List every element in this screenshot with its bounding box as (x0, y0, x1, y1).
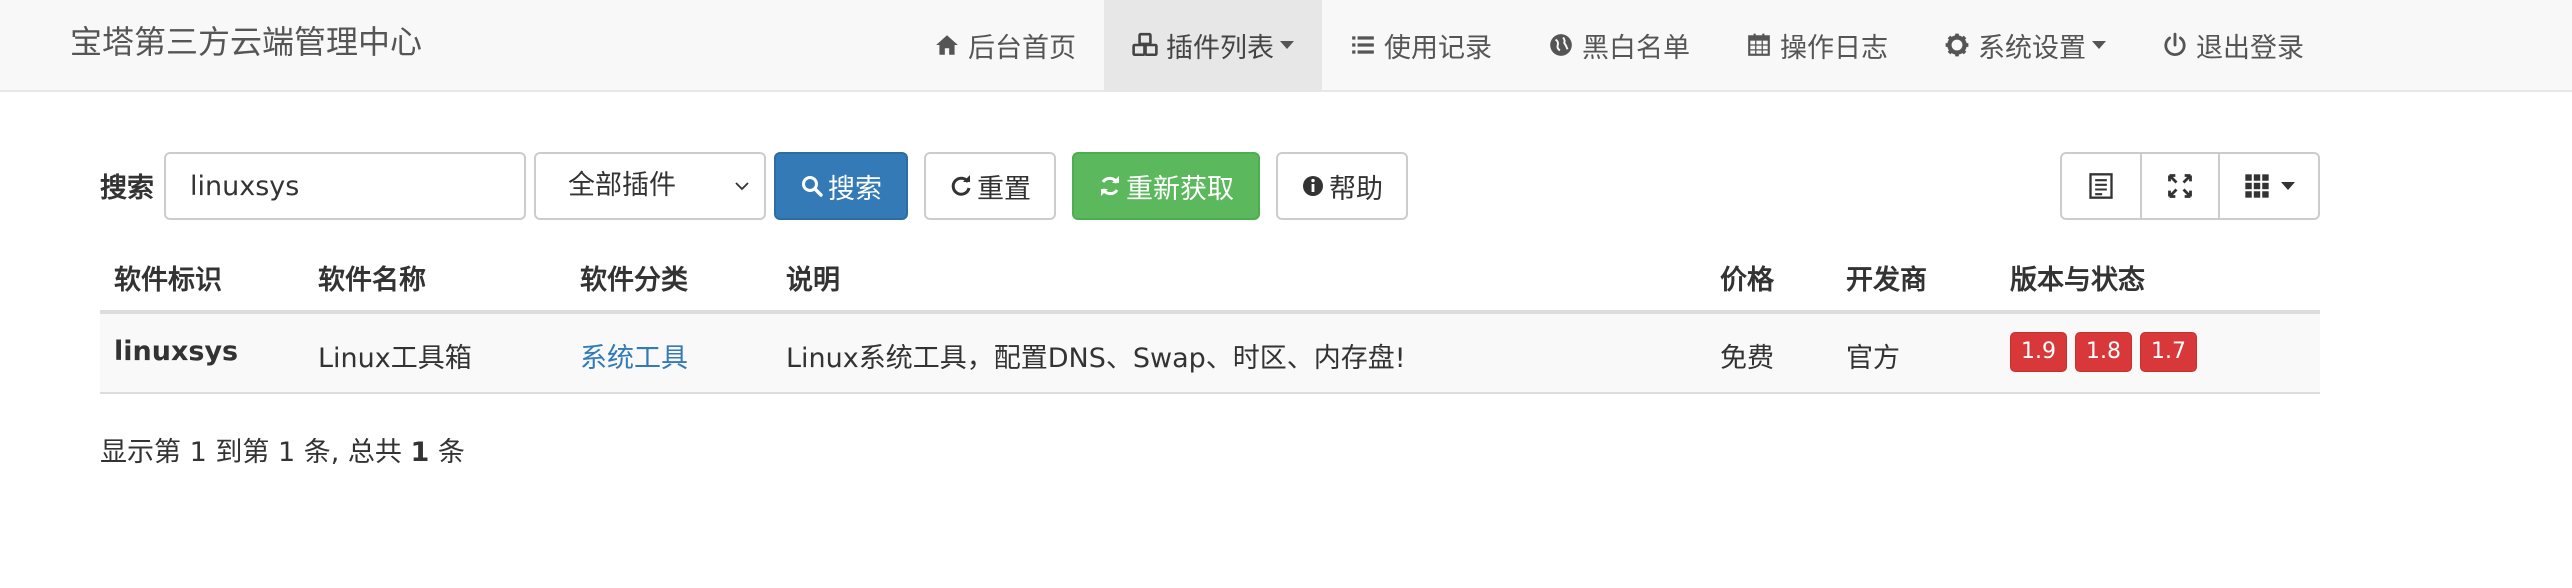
info-icon (1303, 176, 1323, 196)
pagination-text: 到第 (215, 437, 270, 468)
grid-icon (2245, 174, 2269, 198)
category-select[interactable]: 全部插件 (534, 152, 766, 220)
cell-description: Linux系统工具，配置DNS、Swap、时区、内存盘! (786, 343, 1406, 374)
help-button-label: 帮助 (1329, 173, 1383, 205)
pagination-text: 条 (437, 437, 465, 468)
nav-usage-records-label: 使用记录 (1384, 32, 1492, 64)
nav-usage-records[interactable]: 使用记录 (1322, 0, 1520, 90)
pagination-text: 条, 总共 (303, 437, 402, 468)
search-icon (802, 176, 823, 197)
columns-dropdown-button[interactable] (2220, 154, 2318, 218)
cubes-icon (1132, 32, 1158, 57)
nav-home-label: 后台首页 (968, 32, 1076, 64)
fullscreen-button[interactable] (2142, 154, 2220, 218)
refetch-button-label: 重新获取 (1126, 173, 1234, 205)
cell-developer: 官方 (1846, 343, 1900, 374)
list-alt-icon (2089, 173, 2113, 199)
cell-name: Linux工具箱 (318, 343, 472, 374)
nav-plugin-list[interactable]: 插件列表 (1104, 0, 1322, 90)
plugin-table: 软件标识 软件名称 软件分类 说明 价格 开发商 版本与状态 linuxsys … (100, 240, 2320, 394)
pagination-to: 1 (277, 437, 296, 468)
column-header[interactable]: 说明 (786, 258, 840, 297)
column-header[interactable]: 软件分类 (580, 258, 688, 297)
nav-logout-label: 退出登录 (2196, 32, 2304, 64)
table-tools (2060, 152, 2320, 220)
brand-title[interactable]: 宝塔第三方云端管理中心 (70, 20, 422, 64)
refetch-button[interactable]: 重新获取 (1072, 152, 1260, 220)
fullscreen-icon (2168, 174, 2192, 198)
search-label: 搜索 (100, 173, 154, 204)
chevron-down-icon (2092, 41, 2106, 49)
chevron-down-icon (1280, 41, 1294, 49)
main-nav: 后台首页 插件列表 使用记录 黑白名单 操作日志 系统设置 退出登录 (906, 0, 2332, 90)
nav-plugin-list-label: 插件列表 (1166, 32, 1274, 64)
power-icon (2164, 32, 2186, 56)
nav-blackwhite-list-label: 黑白名单 (1582, 32, 1690, 64)
table-row[interactable]: linuxsys Linux工具箱 系统工具 Linux系统工具，配置DNS、S… (100, 314, 2320, 394)
nav-blackwhite-list[interactable]: 黑白名单 (1520, 0, 1718, 90)
column-header[interactable]: 价格 (1720, 258, 1774, 297)
nav-system-settings[interactable]: 系统设置 (1916, 0, 2134, 90)
chevron-down-icon (2281, 182, 2295, 190)
version-badge[interactable]: 1.8 (2075, 332, 2132, 372)
cell-versions: 1.9 1.8 1.7 (2010, 332, 2205, 372)
calendar-icon (1748, 33, 1770, 56)
pagination-info: 显示第 1 到第 1 条, 总共 1 条 (100, 430, 465, 469)
list-icon (1352, 36, 1374, 54)
globe-icon (1550, 34, 1572, 56)
gear-icon (1945, 33, 1969, 57)
version-badge[interactable]: 1.7 (2140, 332, 2197, 372)
nav-home[interactable]: 后台首页 (906, 0, 1104, 90)
chevron-down-icon (735, 182, 749, 191)
pagination-text: 显示第 (100, 437, 181, 468)
help-button[interactable]: 帮助 (1276, 152, 1408, 220)
search-button-label: 搜索 (828, 173, 882, 205)
toggle-view-button[interactable] (2062, 154, 2142, 218)
nav-operation-log-label: 操作日志 (1780, 32, 1888, 64)
column-header[interactable]: 软件名称 (318, 258, 426, 297)
home-icon (936, 35, 958, 55)
version-badge[interactable]: 1.9 (2010, 332, 2067, 372)
reset-button-label: 重置 (977, 173, 1031, 205)
reset-button[interactable]: 重置 (924, 152, 1056, 220)
pagination-from: 1 (189, 437, 207, 468)
refresh-icon (1101, 176, 1119, 196)
refresh-icon (951, 175, 971, 196)
cell-id: linuxsys (114, 336, 239, 367)
category-link[interactable]: 系统工具 (580, 343, 688, 374)
search-button[interactable]: 搜索 (774, 152, 908, 220)
top-navbar: 宝塔第三方云端管理中心 后台首页 插件列表 使用记录 黑白名单 操作日志 系统设… (0, 0, 2572, 92)
cell-category: 系统工具 (580, 336, 688, 375)
search-input[interactable] (164, 152, 526, 220)
nav-system-settings-label: 系统设置 (1978, 32, 2086, 64)
table-header: 软件标识 软件名称 软件分类 说明 价格 开发商 版本与状态 (100, 240, 2320, 314)
category-select-value: 全部插件 (568, 170, 676, 201)
cell-price: 免费 (1720, 343, 1774, 374)
pagination-total: 1 (410, 437, 430, 468)
column-header[interactable]: 开发商 (1846, 258, 1927, 297)
nav-operation-log[interactable]: 操作日志 (1718, 0, 1916, 90)
column-header[interactable]: 版本与状态 (2010, 258, 2145, 297)
nav-logout[interactable]: 退出登录 (2134, 0, 2332, 90)
column-header[interactable]: 软件标识 (114, 258, 222, 297)
